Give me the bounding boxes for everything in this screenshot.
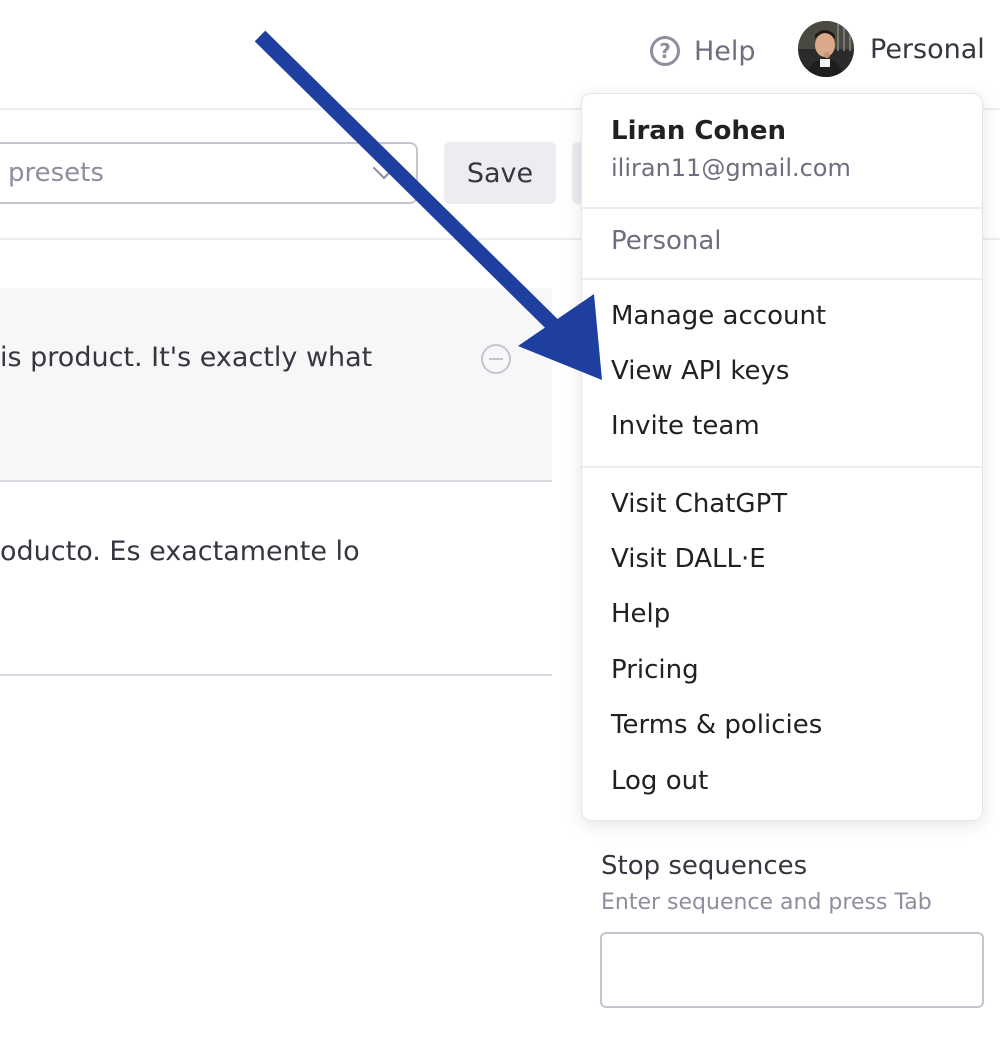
stop-sequences-input[interactable] xyxy=(600,932,984,1008)
question-circle-icon: ? xyxy=(650,36,680,66)
menu-item-help[interactable]: Help xyxy=(611,599,670,629)
save-button[interactable]: Save xyxy=(444,142,556,204)
menu-divider xyxy=(582,466,982,468)
account-label: Personal xyxy=(870,33,985,65)
menu-item-org[interactable]: Personal xyxy=(611,226,722,256)
account-name: Liran Cohen xyxy=(611,116,787,146)
account-email: iliran11@gmail.com xyxy=(611,154,851,182)
preset-placeholder: presets xyxy=(8,158,104,188)
menu-divider xyxy=(582,207,982,209)
assistant-message[interactable]: oducto. Es exactamente lo xyxy=(0,482,552,676)
help-link[interactable]: ? Help xyxy=(650,31,756,71)
menu-divider xyxy=(582,278,982,280)
avatar xyxy=(798,21,854,77)
account-button[interactable]: Personal xyxy=(798,21,985,77)
menu-item-terms[interactable]: Terms & policies xyxy=(611,710,822,740)
preset-select[interactable]: presets xyxy=(0,142,418,204)
message-text[interactable]: is product. It's exactly what xyxy=(0,342,372,373)
remove-message-icon[interactable] xyxy=(481,344,511,374)
menu-item-view-api-keys[interactable]: View API keys xyxy=(611,356,789,386)
help-label: Help xyxy=(694,35,756,67)
stop-sequences-title: Stop sequences xyxy=(601,851,808,881)
menu-item-manage-account[interactable]: Manage account xyxy=(611,301,826,331)
chevron-down-icon xyxy=(372,156,396,180)
account-menu: Liran Cohen iliran11@gmail.com Personal … xyxy=(581,93,983,821)
message-text[interactable]: oducto. Es exactamente lo xyxy=(0,536,360,567)
menu-item-log-out[interactable]: Log out xyxy=(611,766,708,796)
menu-item-visit-dalle[interactable]: Visit DALL·E xyxy=(611,544,766,574)
menu-item-visit-chatgpt[interactable]: Visit ChatGPT xyxy=(611,489,787,519)
menu-item-pricing[interactable]: Pricing xyxy=(611,655,699,685)
user-message[interactable]: is product. It's exactly what xyxy=(0,288,552,482)
menu-item-invite-team[interactable]: Invite team xyxy=(611,411,760,441)
stop-sequences-hint: Enter sequence and press Tab xyxy=(601,890,932,915)
